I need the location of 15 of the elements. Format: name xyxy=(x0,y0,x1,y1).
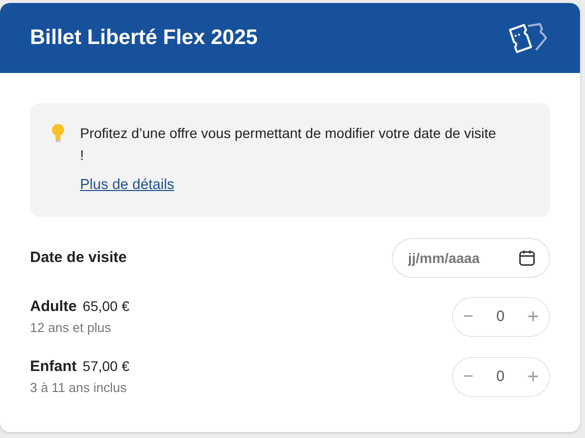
tickets-icon xyxy=(508,22,550,54)
ticket-price: 65,00 € xyxy=(82,296,130,316)
card-title: Billet Liberté Flex 2025 xyxy=(30,25,258,52)
ticket-name: Enfant xyxy=(30,356,77,377)
quantity-value: 0 xyxy=(496,306,505,326)
quantity-value: 0 xyxy=(496,366,505,386)
date-label: Date de visite xyxy=(30,248,127,268)
ticket-price: 57,00 € xyxy=(82,356,130,376)
ticket-note: 12 ans et plus xyxy=(30,319,112,338)
calendar-icon xyxy=(518,248,536,267)
info-text: Profitez d’une offre vous permettant de modifier votre date de visite ! xyxy=(80,124,498,165)
ticket-name: Adulte xyxy=(30,296,77,317)
date-field[interactable]: jj/mm/aaaa xyxy=(392,238,550,278)
ticket-note: 3 à 11 ans inclus xyxy=(30,379,128,398)
details-link[interactable]: Plus de détails xyxy=(80,175,174,197)
